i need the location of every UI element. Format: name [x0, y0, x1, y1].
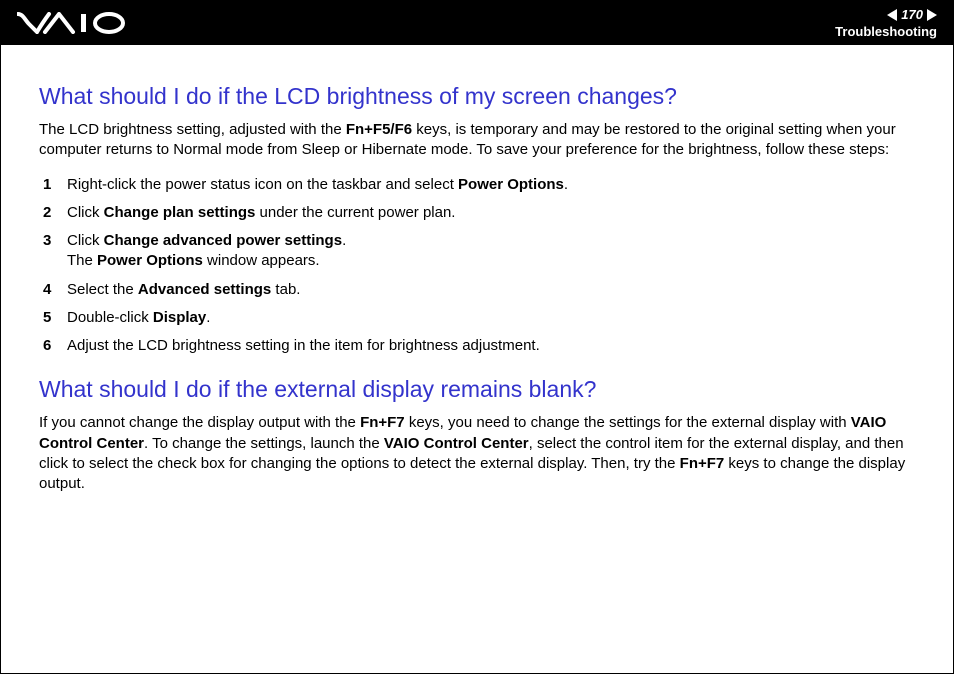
keys-label: Fn+F7: [360, 414, 405, 431]
bold-text: Advanced settings: [138, 281, 271, 298]
arrow-right-icon[interactable]: [927, 9, 937, 21]
step-number: 3: [43, 231, 67, 272]
arrow-left-icon[interactable]: [887, 9, 897, 21]
step-number: 1: [43, 175, 67, 195]
page-indicator: 170: [887, 7, 937, 22]
bold-text: Change advanced power settings: [104, 232, 342, 249]
list-item: 3 Click Change advanced power settings. …: [43, 231, 915, 272]
text: Adjust the LCD brightness setting in the…: [67, 337, 540, 354]
text: Right-click the power status icon on the…: [67, 176, 458, 193]
page-header: 170 Troubleshooting: [1, 1, 953, 45]
step-number: 6: [43, 336, 67, 356]
header-right: 170 Troubleshooting: [835, 7, 937, 39]
bold-text: Power Options: [458, 176, 564, 193]
text: The: [67, 252, 97, 269]
text: Click: [67, 204, 104, 221]
step-number: 5: [43, 308, 67, 328]
text: .: [206, 309, 210, 326]
text: .: [342, 232, 346, 249]
text: Select the: [67, 281, 138, 298]
step-text: Right-click the power status icon on the…: [67, 175, 915, 195]
steps-list: 1 Right-click the power status icon on t…: [43, 175, 915, 357]
step-number: 4: [43, 280, 67, 300]
step-text: Click Change advanced power settings. Th…: [67, 231, 915, 272]
list-item: 1 Right-click the power status icon on t…: [43, 175, 915, 195]
step-text: Click Change plan settings under the cur…: [67, 203, 915, 223]
text: The LCD brightness setting, adjusted wit…: [39, 121, 346, 138]
text: Double-click: [67, 309, 153, 326]
text: If you cannot change the display output …: [39, 414, 360, 431]
text: under the current power plan.: [255, 204, 455, 221]
page-number: 170: [901, 7, 923, 22]
step-text: Double-click Display.: [67, 308, 915, 328]
bold-text: Display: [153, 309, 206, 326]
step-text: Select the Advanced settings tab.: [67, 280, 915, 300]
step-number: 2: [43, 203, 67, 223]
vaio-logo: [17, 12, 127, 34]
text: keys, you need to change the settings fo…: [405, 414, 851, 431]
keys-label: Fn+F5/F6: [346, 121, 412, 138]
text: tab.: [271, 281, 300, 298]
bold-text: Power Options: [97, 252, 203, 269]
list-item: 5 Double-click Display.: [43, 308, 915, 328]
list-item: 4 Select the Advanced settings tab.: [43, 280, 915, 300]
list-item: 2 Click Change plan settings under the c…: [43, 203, 915, 223]
bold-text: Change plan settings: [104, 204, 256, 221]
question-heading-2: What should I do if the external display…: [39, 376, 915, 403]
page-content: What should I do if the LCD brightness o…: [1, 45, 953, 494]
text: .: [564, 176, 568, 193]
section-label: Troubleshooting: [835, 24, 937, 39]
question-heading-1: What should I do if the LCD brightness o…: [39, 83, 915, 110]
keys-label: Fn+F7: [680, 455, 725, 472]
list-item: 6 Adjust the LCD brightness setting in t…: [43, 336, 915, 356]
text: window appears.: [203, 252, 320, 269]
intro-paragraph-2: If you cannot change the display output …: [39, 413, 915, 494]
text: . To change the settings, launch the: [144, 435, 384, 452]
intro-paragraph-1: The LCD brightness setting, adjusted wit…: [39, 120, 915, 161]
bold-text: VAIO Control Center: [384, 435, 529, 452]
text: Click: [67, 232, 104, 249]
step-text: Adjust the LCD brightness setting in the…: [67, 336, 915, 356]
